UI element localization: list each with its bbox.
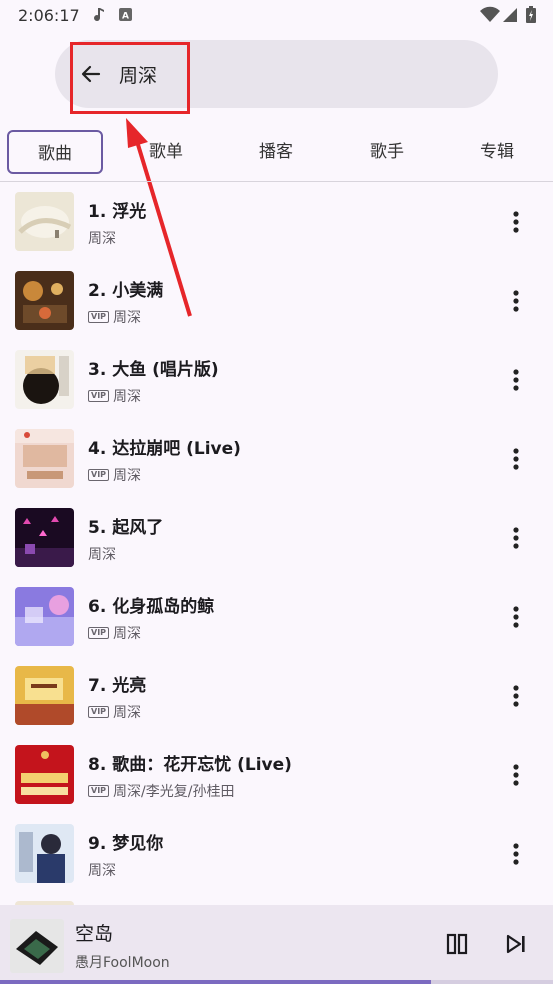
pause-icon[interactable] [446,933,468,955]
song-subtitle: VIP 周深 [88,386,141,406]
music-note-icon [94,8,104,22]
song-row[interactable]: 4. 达拉崩吧 (Live) VIP 周深 [0,419,553,498]
album-cover [15,508,74,567]
song-artist: 周深 [113,626,142,642]
playback-progress-fill [0,980,432,984]
song-row[interactable]: 1. 浮光 周深 [0,182,553,261]
song-row[interactable]: 8. 歌曲：花开忘忧 (Live) VIP 周深/李光复/孙桂田 [0,735,553,814]
song-artist: 周深/李光复/孙桂田 [113,784,235,800]
album-cover [15,350,74,409]
tab-songs[interactable]: 歌曲 [7,130,103,174]
song-subtitle: VIP 周深/李光复/孙桂田 [88,781,234,801]
vip-badge: VIP [88,311,110,323]
song-row[interactable]: 9. 梦见你 周深 [0,814,553,893]
more-options-icon[interactable] [506,367,526,393]
song-row[interactable]: 5. 起风了 周深 [0,498,553,577]
song-artist: 周深 [113,310,142,326]
song-subtitle: VIP 周深 [88,307,141,327]
song-title: 9. 梦见你 [88,834,164,854]
vip-badge: VIP [88,706,110,718]
song-row[interactable]: 6. 化身孤岛的鲸 VIP 周深 [0,577,553,656]
song-title: 5. 起风了 [88,518,164,538]
vip-badge: VIP [88,627,110,639]
song-artist: 周深 [113,468,142,484]
now-playing-cover [10,919,64,973]
song-title: 1. 浮光 [88,202,147,222]
status-bar: 2:06:17 A [0,0,553,32]
album-cover [15,824,74,883]
tab-albums[interactable]: 专辑 [449,130,545,174]
svg-text:A: A [122,12,129,22]
song-title: 4. 达拉崩吧 (Live) [88,439,241,459]
now-playing-artist: 愚月FoolMoon [75,955,170,971]
tab-playlists[interactable]: 歌单 [118,130,214,174]
song-artist: 周深 [88,547,116,563]
album-cover [15,745,74,804]
more-options-icon[interactable] [506,288,526,314]
album-cover [15,271,74,330]
song-title: 3. 大鱼 (唱片版) [88,360,219,380]
song-title: 8. 歌曲：花开忘忧 (Live) [88,755,292,775]
song-subtitle: 周深 [88,228,116,248]
vip-badge: VIP [88,390,110,402]
more-options-icon[interactable] [506,209,526,235]
signal-icon [503,8,517,22]
song-artist: 周深 [88,231,116,247]
vip-badge: VIP [88,785,110,797]
more-options-icon[interactable] [506,604,526,630]
tab-podcasts[interactable]: 播客 [228,130,324,174]
song-subtitle: VIP 周深 [88,702,141,722]
wifi-icon [480,6,500,22]
more-options-icon[interactable] [506,841,526,867]
mini-player[interactable]: 空岛 愚月FoolMoon [0,905,553,984]
more-options-icon[interactable] [506,446,526,472]
annotation-highlight-box [70,42,190,114]
more-options-icon[interactable] [506,683,526,709]
song-subtitle: VIP 周深 [88,465,141,485]
status-time: 2:06:17 [18,6,80,25]
album-cover [15,666,74,725]
more-options-icon[interactable] [506,525,526,551]
song-subtitle: VIP 周深 [88,623,141,643]
more-options-icon[interactable] [506,762,526,788]
song-artist: 周深 [88,863,116,879]
now-playing-title: 空岛 [75,923,114,945]
song-title: 2. 小美满 [88,281,164,301]
song-subtitle: 周深 [88,860,116,880]
vip-badge: VIP [88,469,110,481]
skip-next-icon[interactable] [505,933,527,955]
song-row[interactable]: 7. 光亮 VIP 周深 [0,656,553,735]
album-cover [15,587,74,646]
song-row[interactable]: 3. 大鱼 (唱片版) VIP 周深 [0,340,553,419]
song-artist: 周深 [113,705,142,721]
tab-artists[interactable]: 歌手 [339,130,435,174]
battery-icon [526,6,536,23]
song-subtitle: 周深 [88,544,116,564]
song-artist: 周深 [113,389,142,405]
song-title: 7. 光亮 [88,676,147,696]
result-tabs: 歌曲 歌单 播客 歌手 专辑 [0,126,553,181]
song-row[interactable]: 2. 小美满 VIP 周深 [0,261,553,340]
song-title: 6. 化身孤岛的鲸 [88,597,215,617]
app-notification-icon: A [119,8,132,22]
playback-progress[interactable] [0,980,553,984]
album-cover [15,192,74,251]
song-row-partial [0,893,553,913]
album-cover [15,429,74,488]
